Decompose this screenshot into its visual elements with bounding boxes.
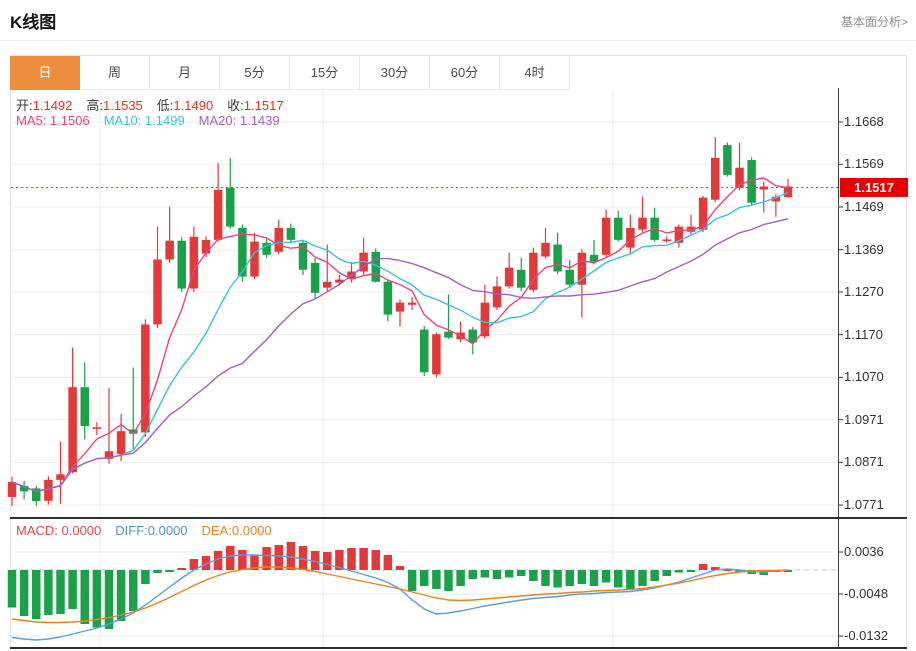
y-axis-label: 1.1469	[844, 199, 906, 214]
y-axis-label: 1.1668	[844, 114, 906, 129]
current-price-label: 1.1517	[840, 178, 908, 197]
y-axis-label: 1.0971	[844, 412, 906, 427]
ohlc-legend: 开:1.1492 高:1.1535 低:1.1490 收:1.1517	[16, 95, 298, 114]
y-axis-label: 1.1569	[844, 156, 906, 171]
y-axis-label: -0.0132	[844, 628, 906, 643]
ma-legend: MA5: 1.1506 MA10: 1.1499 MA20: 1.1439	[16, 113, 294, 128]
legend-item: 高:1.1535	[86, 98, 142, 113]
y-axis-label: 1.0771	[844, 497, 906, 512]
legend-item: MACD: 0.0000	[16, 523, 101, 538]
legend-item: DEA:0.0000	[202, 523, 272, 538]
y-axis-label: 1.1170	[844, 327, 906, 342]
y-axis-label: 1.1270	[844, 284, 906, 299]
y-axis-label: 1.1369	[844, 242, 906, 257]
legend-item: MA20: 1.1439	[199, 113, 280, 128]
legend-item: 开:1.1492	[16, 98, 72, 113]
legend-item: DIFF:0.0000	[115, 523, 187, 538]
y-axis-label: -0.0048	[844, 586, 906, 601]
legend-item: MA5: 1.1506	[16, 113, 90, 128]
legend-item: 收:1.1517	[227, 98, 283, 113]
legend-item: MA10: 1.1499	[104, 113, 185, 128]
legend-item: 低:1.1490	[157, 98, 213, 113]
y-axis-label: 1.1070	[844, 369, 906, 384]
y-axis-label: 0.0036	[844, 544, 906, 559]
macd-legend: MACD: 0.0000 DIFF:0.0000 DEA:0.0000	[16, 523, 286, 538]
y-axis-label: 1.0871	[844, 454, 906, 469]
